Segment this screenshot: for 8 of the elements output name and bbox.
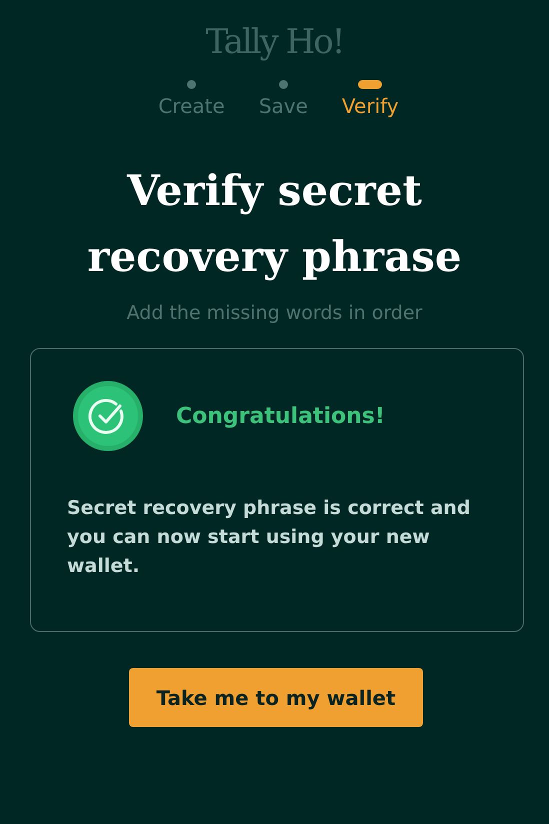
step-tab[interactable]: Verify — [342, 94, 399, 118]
subtitle: Add the missing words in order — [126, 302, 422, 324]
success-heading: Congratulations! — [176, 404, 385, 428]
checkmark-icon — [72, 380, 144, 452]
success-message: Secret recovery phrase is correct and you can now start using your new wallet. — [67, 496, 472, 579]
wallet-button[interactable]: Take me to my wallet — [129, 668, 423, 727]
logo: Tally Ho! — [206, 22, 344, 62]
page-title: Verify secret recovery phrase — [86, 165, 463, 283]
